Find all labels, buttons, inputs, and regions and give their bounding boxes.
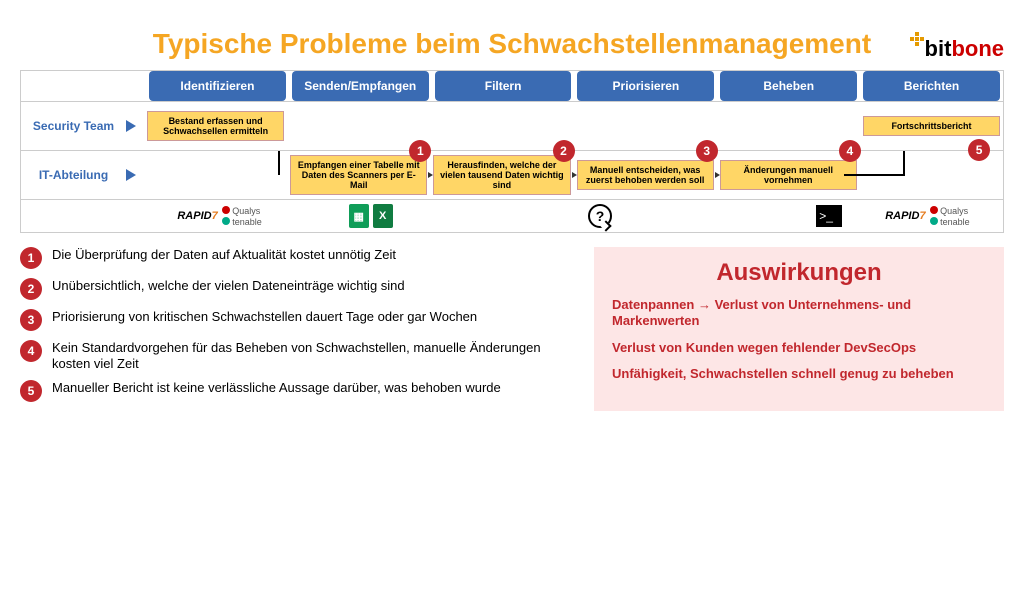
num-badge: 5 (20, 380, 42, 402)
num-badge: 2 (20, 278, 42, 300)
box-manuell-entscheiden: Manuell entscheiden, was zuerst behoben … (577, 160, 714, 190)
security-label: Security Team (21, 115, 126, 137)
tools-question: ? (527, 204, 672, 228)
header-filtern: Filtern (435, 71, 572, 101)
header-senden: Senden/Empfangen (292, 71, 429, 101)
terminal-icon: >_ (816, 205, 842, 227)
badge-3: 3 (696, 140, 718, 162)
box-herausfinden: Herausfinden, welche der vielen tausend … (433, 155, 570, 195)
triangle-icon (126, 169, 136, 181)
impact-title: Auswirkungen (612, 259, 986, 287)
logo-part1: bit (925, 36, 952, 61)
num-badge: 3 (20, 309, 42, 331)
problems-list: 1Die Überprüfung der Daten auf Aktualitä… (20, 247, 564, 411)
tools-row: RAPID7 Qualys tenable ▦ X ? >_ RAPID7 Qu… (21, 199, 1003, 232)
badge-4: 4 (839, 140, 861, 162)
impact-item: Datenpannen → Verlust von Unternehmens- … (612, 297, 986, 330)
process-grid: Identifizieren Senden/Empfangen Filtern … (20, 70, 1004, 233)
list-item: 3Priorisierung von kritischen Schwachste… (20, 309, 564, 331)
num-badge: 1 (20, 247, 42, 269)
badge-5: 5 (968, 139, 990, 161)
list-item: 2Unübersichtlich, welche der vielen Date… (20, 278, 564, 300)
it-label: IT-Abteilung (21, 164, 126, 186)
badge-1: 1 (409, 140, 431, 162)
impact-item: Unfähigkeit, Schwachstellen schnell genu… (612, 366, 986, 382)
list-item: 5Manueller Bericht ist keine verlässlich… (20, 380, 564, 402)
tools-spreadsheets: ▦ X (298, 204, 443, 228)
logo-part2: bone (951, 36, 1004, 61)
header-berichten: Berichten (863, 71, 1000, 101)
it-row: IT-Abteilung Empfangen einer Tabelle mit… (21, 150, 1003, 199)
google-sheets-icon: ▦ (349, 204, 369, 228)
page-title: Typische Probleme beim Schwachstellenman… (0, 28, 1024, 60)
badge-2: 2 (553, 140, 575, 162)
rapid7-logo: RAPID7 (177, 210, 217, 222)
impact-item: Verlust von Kunden wegen fehlender DevSe… (612, 340, 986, 356)
triangle-icon (126, 120, 136, 132)
excel-icon: X (373, 204, 393, 228)
header-priorisieren: Priorisieren (577, 71, 714, 101)
bottom-section: 1Die Überprüfung der Daten auf Aktualitä… (20, 247, 1004, 411)
logo: bitbone (910, 36, 1004, 62)
header-beheben: Beheben (720, 71, 857, 101)
box-empfangen: Empfangen einer Tabelle mit Daten des Sc… (290, 155, 427, 195)
tools-scanners-1: RAPID7 Qualys tenable (147, 204, 292, 228)
num-badge: 4 (20, 340, 42, 362)
question-icon: ? (588, 204, 612, 228)
box-bestand: Bestand erfassen und Schwachsellen ermit… (147, 111, 284, 141)
rapid7-logo: RAPID7 (885, 210, 925, 222)
impact-box: Auswirkungen Datenpannen → Verlust von U… (594, 247, 1004, 411)
logo-dots-icon (910, 32, 924, 46)
box-aenderungen: Änderungen manuell vornehmen (720, 160, 857, 190)
box-fortschritt: Fortschrittsbericht (863, 116, 1000, 136)
tools-scanners-2: RAPID7 Qualys tenable (855, 204, 1000, 228)
header-row: Identifizieren Senden/Empfangen Filtern … (21, 71, 1003, 101)
list-item: 4Kein Standardvorgehen für das Beheben v… (20, 340, 564, 371)
list-item: 1Die Überprüfung der Daten auf Aktualitä… (20, 247, 564, 269)
header-identifizieren: Identifizieren (149, 71, 286, 101)
